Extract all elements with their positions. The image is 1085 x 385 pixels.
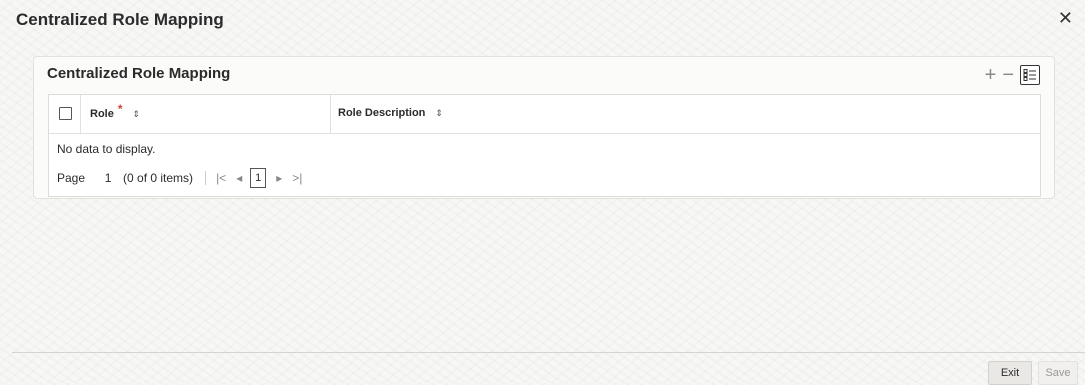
exit-button[interactable]: Exit: [988, 361, 1032, 385]
role-mapping-table: Role * ⇕ Role Description ⇕ No data to d…: [48, 94, 1041, 197]
column-divider: [80, 95, 81, 133]
footer-bar: Exit Save: [12, 352, 1085, 385]
close-icon[interactable]: ✕: [1058, 8, 1073, 28]
save-button[interactable]: Save: [1038, 361, 1078, 385]
single-record-view-icon[interactable]: [1020, 65, 1040, 85]
role-mapping-panel: Centralized Role Mapping + − Role * ⇕ Ro…: [33, 56, 1055, 199]
column-header-role-description[interactable]: Role Description ⇕: [338, 107, 443, 119]
sort-icon[interactable]: ⇕: [435, 108, 443, 119]
page-label: Page: [57, 171, 86, 185]
panel-toolbar: + −: [985, 65, 1040, 85]
page-number-input[interactable]: 1: [97, 171, 119, 185]
first-page-icon[interactable]: |<: [216, 171, 226, 185]
current-page-button[interactable]: 1: [250, 168, 267, 188]
panel-title: Centralized Role Mapping: [47, 65, 231, 82]
pagination-bar: Page 1 (0 of 0 items) |< ◂ 1 ▸ >|: [49, 162, 1040, 194]
last-page-icon[interactable]: >|: [292, 171, 302, 185]
previous-page-icon[interactable]: ◂: [236, 171, 242, 185]
empty-message: No data to display.: [57, 142, 156, 156]
select-all-checkbox[interactable]: [59, 107, 72, 120]
column-divider: [330, 95, 331, 133]
column-label-role: Role: [90, 108, 114, 120]
pager-divider: [205, 171, 207, 185]
remove-row-icon[interactable]: −: [1002, 65, 1014, 85]
items-count: (0 of 0 items): [123, 171, 194, 185]
add-row-icon[interactable]: +: [985, 65, 997, 85]
table-header: Role * ⇕ Role Description ⇕: [49, 95, 1040, 134]
next-page-icon[interactable]: ▸: [276, 171, 282, 185]
sort-icon[interactable]: ⇕: [133, 109, 141, 120]
required-indicator: *: [117, 102, 123, 116]
list-view-icon: [1023, 69, 1036, 81]
column-label-role-description: Role Description: [338, 107, 426, 119]
column-header-role[interactable]: Role * ⇕: [90, 102, 141, 121]
page-title: Centralized Role Mapping: [16, 10, 224, 29]
